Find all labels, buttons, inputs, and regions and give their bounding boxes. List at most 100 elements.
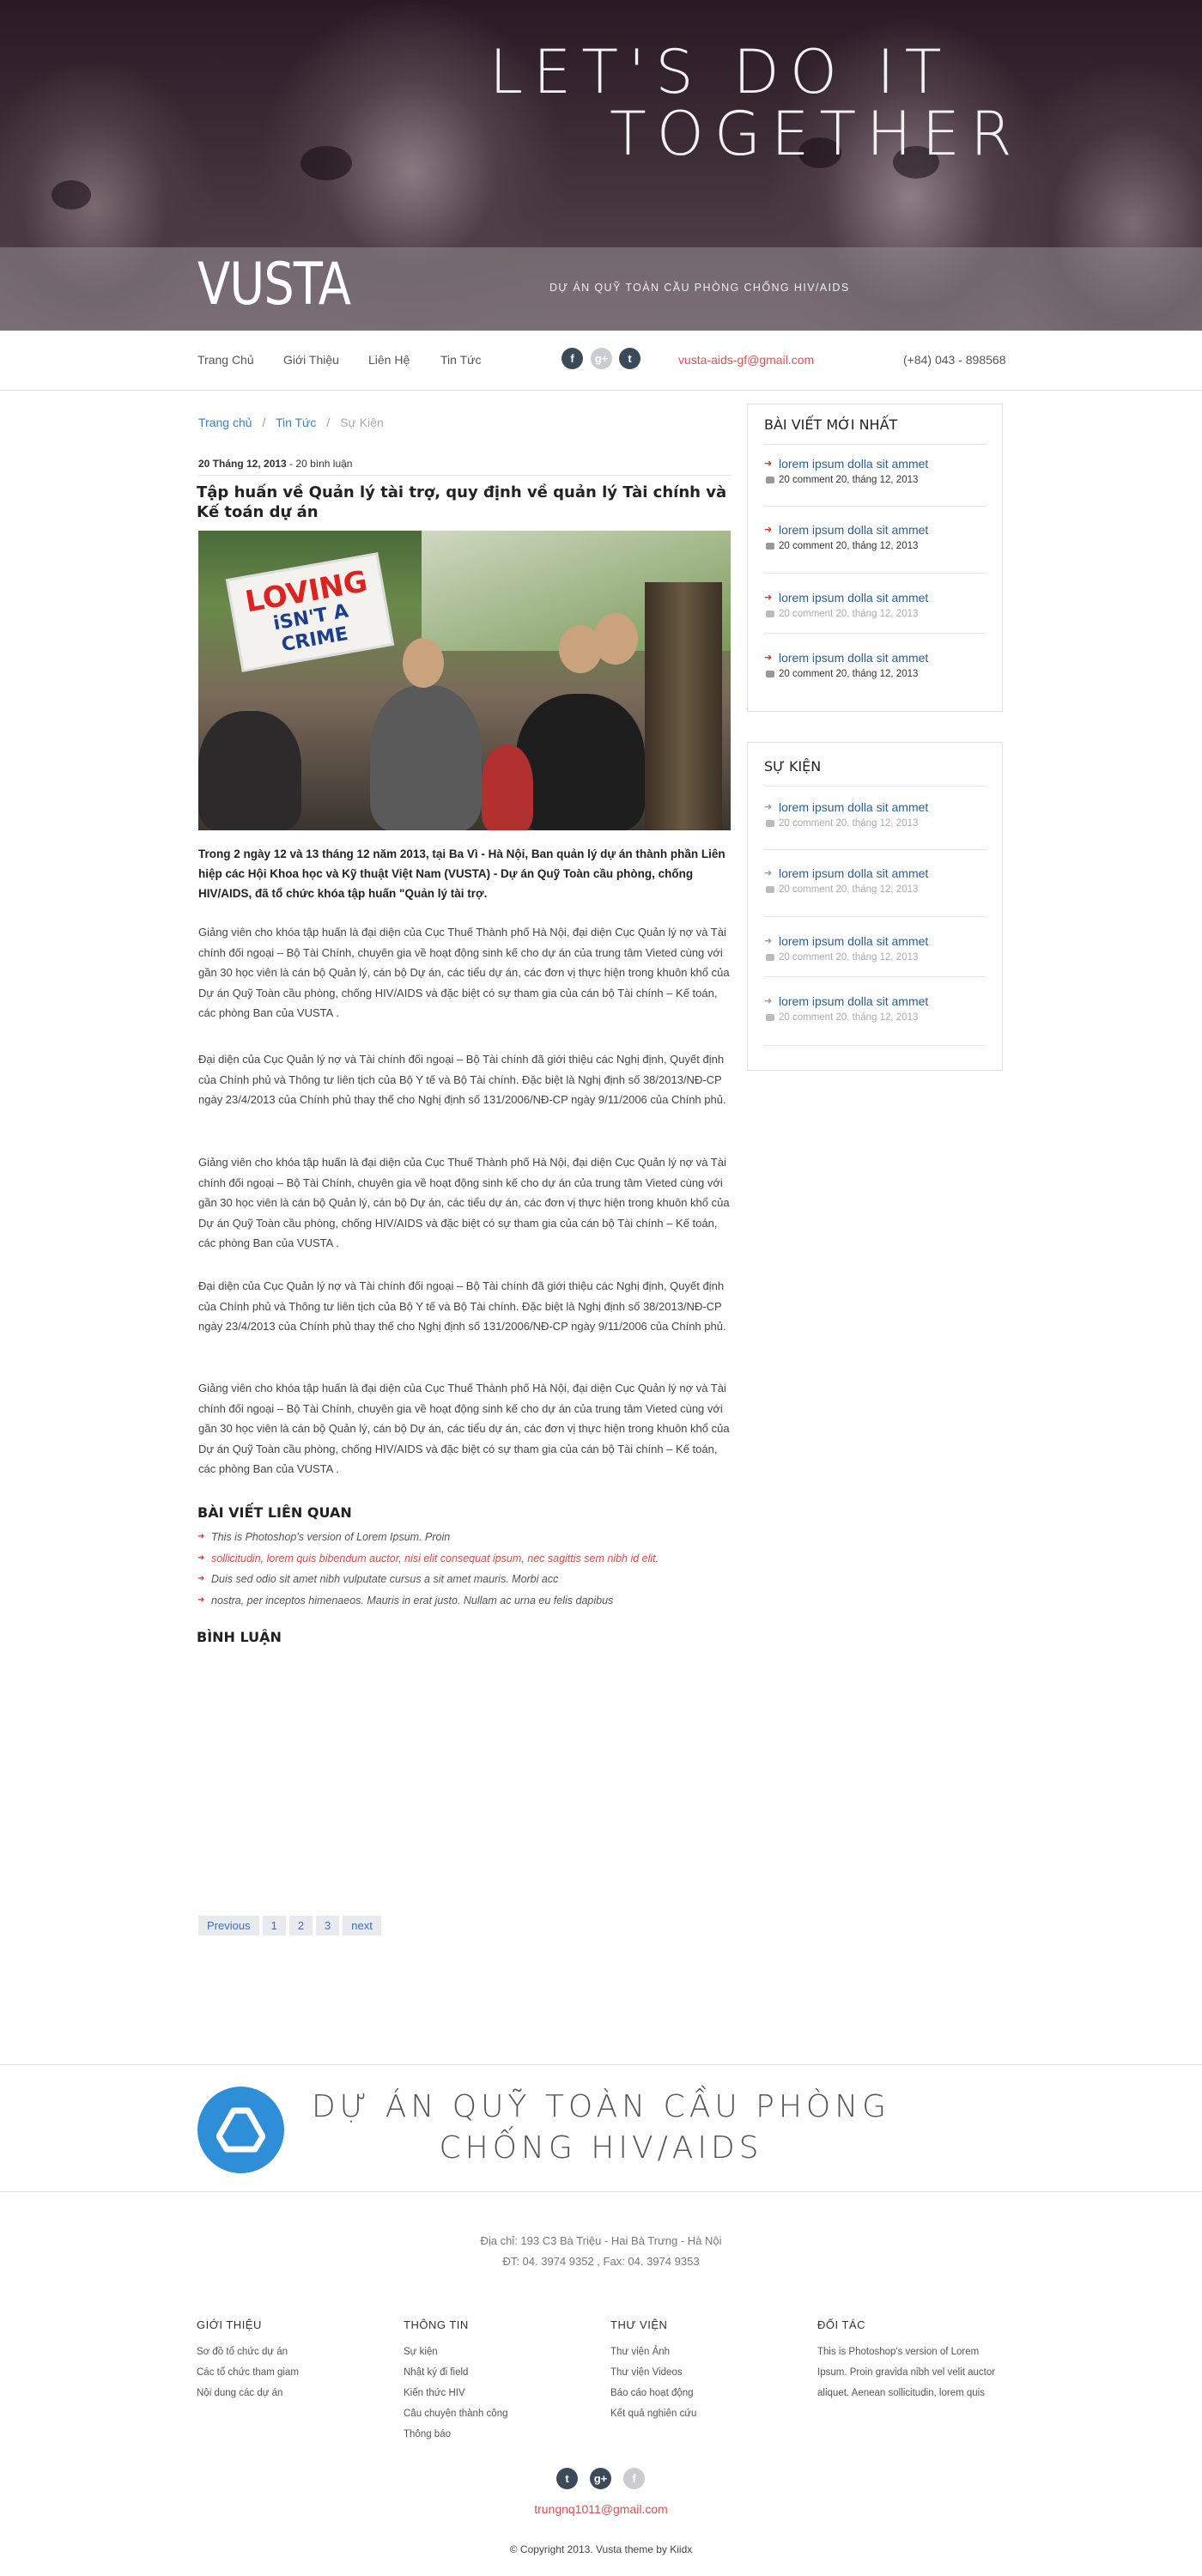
event-post: lorem ipsum dolla sit ammet 20 comment 2… — [764, 866, 986, 895]
breadcrumb-current: Sự Kiện — [340, 416, 384, 429]
photo-face — [403, 638, 444, 688]
header-email-link[interactable]: vusta-aids-gf@gmail.com — [678, 353, 814, 367]
post-title-link[interactable]: lorem ipsum dolla sit ammet — [764, 456, 986, 471]
footer-link[interactable]: Các tổ chức tham giam — [197, 2362, 385, 2383]
footer-logo[interactable] — [197, 2087, 284, 2173]
facebook-icon[interactable]: f — [562, 348, 583, 369]
footer-link[interactable]: Kiến thức HIV — [404, 2383, 592, 2403]
footer-link[interactable]: Thông báo — [404, 2424, 592, 2445]
divider — [764, 573, 986, 574]
photo-tree — [645, 582, 722, 830]
footer-link[interactable]: Nội dung các dự án — [197, 2383, 385, 2403]
site-logo[interactable]: VUSTA — [197, 251, 351, 319]
google-plus-icon[interactable]: g+ — [591, 348, 612, 369]
footer-link[interactable]: Kết quả nghiên cứu — [610, 2403, 799, 2424]
hero-photo-detail — [52, 180, 91, 210]
header-phone: (+84) 043 - 898568 — [903, 353, 1006, 367]
footer-link[interactable]: Nhật ký đi field — [404, 2362, 592, 2383]
nav-item-about[interactable]: Giới Thiệu — [283, 353, 339, 367]
post-meta: 20 comment 20, tháng 12, 2013 — [764, 818, 986, 829]
comments-heading: BÌNH LUẬN — [197, 1629, 282, 1645]
footer-link[interactable]: Sơ đồ tổ chức dự án — [197, 2342, 385, 2362]
related-item[interactable]: This is Photoshop's version of Lorem Ips… — [197, 1527, 747, 1548]
footer-partners-text: This is Photoshop's version of Lorem Ips… — [817, 2347, 996, 2398]
latest-post: lorem ipsum dolla sit ammet 20 comment 2… — [764, 522, 986, 551]
related-item[interactable]: Duis sed odio sit amet nibh vulputate cu… — [197, 1569, 747, 1590]
latest-post: lorem ipsum dolla sit ammet 20 comment 2… — [764, 650, 986, 679]
twitter-icon[interactable]: t — [619, 348, 640, 369]
article-title: Tập huấn về Quản lý tài trợ, quy định về… — [197, 483, 727, 521]
post-title-link[interactable]: lorem ipsum dolla sit ammet — [764, 522, 986, 538]
footer-title: DỰ ÁN QUỸ TOÀN CẦU PHÒNG CHỐNG HIV/AIDS — [300, 2087, 902, 2169]
footer-phone: ĐT: 04. 3974 9352 , Fax: 04. 3974 9353 — [502, 2255, 700, 2268]
post-title-link[interactable]: lorem ipsum dolla sit ammet — [764, 866, 986, 881]
nav-item-news[interactable]: Tin Tức — [440, 353, 482, 367]
related-heading: BÀI VIẾT LIÊN QUAN — [197, 1504, 352, 1521]
event-post: lorem ipsum dolla sit ammet 20 comment 2… — [764, 933, 986, 963]
article-paragraph: Giảng viên cho khóa tập huấn là đại diện… — [198, 1156, 730, 1249]
photo-sign: LOVING iSN'T A CRIME — [225, 552, 395, 672]
article-date: 20 Tháng 12, 2013 — [198, 458, 287, 470]
latest-post: lorem ipsum dolla sit ammet 20 comment 2… — [764, 590, 986, 619]
twitter-icon[interactable]: t — [556, 2468, 578, 2489]
footer-col-heading: ĐỐI TÁC — [817, 2318, 865, 2331]
footer-link[interactable]: Câu chuyện thành công — [404, 2403, 592, 2424]
related-item[interactable]: nostra, per inceptos himenaeos. Mauris i… — [197, 1590, 747, 1612]
facebook-icon[interactable]: f — [623, 2468, 645, 2489]
photo-person — [516, 694, 645, 830]
footer-col-news: THÔNG TIN Sự kiện Nhật ký đi field Kiến … — [404, 2318, 592, 2445]
post-title-link[interactable]: lorem ipsum dolla sit ammet — [764, 933, 986, 949]
footer-link[interactable]: Sự kiện — [404, 2342, 592, 2362]
pager-page-3[interactable]: 3 — [316, 1916, 340, 1935]
nav-item-contact[interactable]: Liên Hệ — [368, 353, 410, 367]
hero-title-line-1: LET'S DO IT — [489, 37, 952, 107]
photo-person — [482, 745, 533, 830]
article-comment-count[interactable]: - 20 bình luận — [289, 458, 352, 470]
divider — [764, 1045, 986, 1046]
photo-person — [370, 685, 482, 830]
pager-next[interactable]: next — [343, 1916, 381, 1935]
post-title-link[interactable]: lorem ipsum dolla sit ammet — [764, 799, 986, 815]
related-list: This is Photoshop's version of Lorem Ips… — [197, 1527, 747, 1611]
footer-divider — [0, 2064, 1202, 2065]
divider — [764, 633, 986, 634]
footer-link[interactable]: Thư viện Ảnh — [610, 2342, 799, 2362]
post-title-link[interactable]: lorem ipsum dolla sit ammet — [764, 590, 986, 605]
latest-post: lorem ipsum dolla sit ammet 20 comment 2… — [764, 456, 986, 485]
google-plus-icon[interactable]: g+ — [590, 2468, 611, 2489]
divider — [764, 849, 986, 850]
footer-title-line-2: CHỐNG HIV/AIDS — [439, 2130, 763, 2166]
pager-previous[interactable]: Previous — [198, 1916, 259, 1935]
divider — [764, 444, 986, 445]
footer-link[interactable]: Thư viện Videos — [610, 2362, 799, 2383]
event-post: lorem ipsum dolla sit ammet 20 comment 2… — [764, 799, 986, 829]
hero-photo-detail — [300, 146, 352, 180]
footer-divider — [0, 2191, 1202, 2192]
pager-page-2[interactable]: 2 — [288, 1916, 313, 1935]
post-meta: 20 comment 20, tháng 12, 2013 — [764, 669, 986, 679]
breadcrumb-home[interactable]: Trang chủ — [198, 416, 252, 429]
copyright: © Copyright 2013. Vusta theme by Kiidx — [509, 2543, 693, 2555]
pagination: Previous 1 2 3 next — [198, 1916, 381, 1935]
footer-col-library: THƯ VIỆN Thư viện Ảnh Thư viện Videos Bá… — [610, 2318, 799, 2424]
breadcrumb-news[interactable]: Tin Tức — [276, 416, 317, 429]
event-post: lorem ipsum dolla sit ammet 20 comment 2… — [764, 993, 986, 1023]
footer-col-heading: THƯ VIỆN — [610, 2318, 668, 2331]
footer-address: Địa chỉ: 193 C3 Bà Triệu - Hai Bà Trưng … — [480, 2234, 722, 2247]
article-lead: Trong 2 ngày 12 và 13 tháng 12 năm 2013,… — [198, 848, 725, 900]
nav-item-home[interactable]: Trang Chủ — [197, 353, 254, 367]
latest-posts-heading: BÀI VIẾT MỚI NHẤT — [764, 416, 898, 433]
post-meta: 20 comment 20, tháng 12, 2013 — [764, 475, 986, 485]
hero-title: LET'S DO IT TOGETHER — [489, 41, 1090, 165]
footer-link[interactable]: Báo cáo hoạt động — [610, 2383, 799, 2403]
related-item[interactable]: sollicitudin, lorem quis bibendum auctor… — [197, 1548, 747, 1570]
divider — [198, 475, 731, 476]
hero-banner: LET'S DO IT TOGETHER VUSTA DỰ ÁN QUỸ TOÀ… — [0, 0, 1202, 331]
pager-page-1[interactable]: 1 — [262, 1916, 286, 1935]
breadcrumb: Trang chủ / Tin Tức / Sự Kiện — [198, 416, 391, 429]
post-title-link[interactable]: lorem ipsum dolla sit ammet — [764, 650, 986, 665]
footer-email-link[interactable]: trungnq1011@gmail.com — [0, 2502, 1202, 2516]
post-title-link[interactable]: lorem ipsum dolla sit ammet — [764, 993, 986, 1009]
photo-face — [593, 613, 638, 665]
article-paragraph: Giảng viên cho khóa tập huấn là đại diện… — [198, 1382, 730, 1475]
